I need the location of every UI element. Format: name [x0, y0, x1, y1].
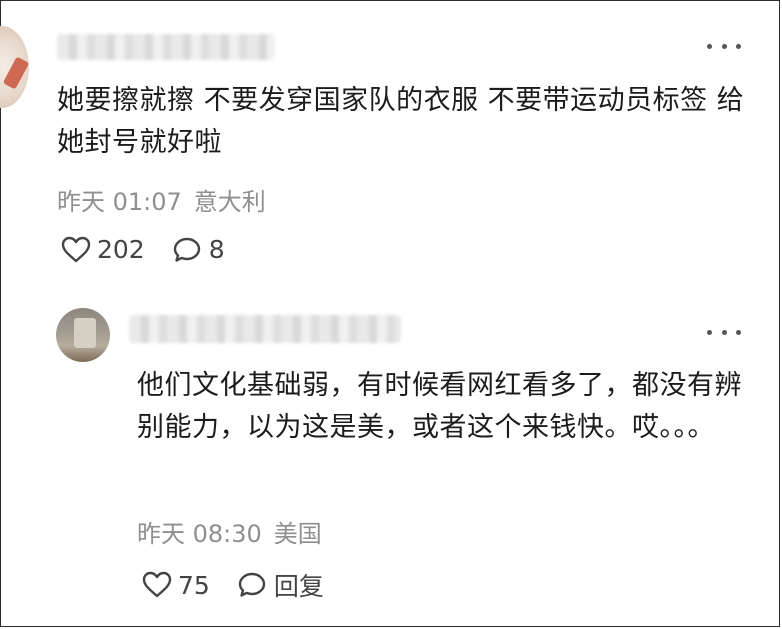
comment-time: 昨天 01:07: [57, 188, 182, 216]
reply-label: 回复: [273, 572, 324, 601]
reply-location: 美国: [273, 520, 322, 548]
speech-bubble-icon: [238, 572, 266, 597]
more-options-button[interactable]: [707, 39, 741, 53]
reply-actions: 75 回复: [142, 567, 324, 603]
more-dots-icon: [707, 43, 712, 49]
heart-outline-icon: [142, 571, 172, 598]
reply-text: 他们文化基础弱，有时候看网红看多了，都没有辨别能力，以为这是美，或者这个来钱快。…: [137, 370, 742, 443]
reply-time: 昨天 08:30: [137, 520, 262, 548]
blurred-username[interactable]: [57, 34, 275, 60]
blurred-reply-username[interactable]: [129, 315, 401, 343]
reply-more-options-button[interactable]: [707, 325, 741, 339]
more-dots-icon: [736, 43, 741, 49]
avatar[interactable]: [0, 26, 29, 108]
speech-bubble-icon: [173, 237, 200, 262]
more-dots-icon: [721, 329, 727, 335]
reply-meta: 昨天 08:30 美国: [137, 514, 322, 549]
heart-outline-icon: [61, 236, 91, 262]
reply-count-button[interactable]: 8: [173, 235, 225, 264]
reply-like-button[interactable]: 75: [142, 571, 210, 600]
more-dots-icon: [721, 43, 727, 49]
like-count: 202: [97, 235, 145, 264]
comment-location: 意大利: [193, 188, 266, 216]
reply-like-count: 75: [178, 570, 210, 600]
comment-thread-panel: 她要擦就擦 不要发穿国家队的衣服 不要带运动员标签 给她封号就好啦 昨天 01:…: [0, 0, 780, 627]
reply-avatar[interactable]: [56, 308, 110, 362]
more-dots-icon: [736, 329, 741, 335]
comment-actions: 202 8: [61, 235, 225, 264]
comment-text: 她要擦就擦 不要发穿国家队的衣服 不要带运动员标签 给她封号就好啦: [57, 85, 745, 158]
comment-meta: 昨天 01:07 意大利: [57, 182, 266, 217]
more-dots-icon: [707, 329, 712, 335]
reply-count: 8: [208, 235, 225, 264]
reply-button[interactable]: 回复: [238, 567, 324, 603]
like-button[interactable]: 202: [61, 235, 145, 264]
